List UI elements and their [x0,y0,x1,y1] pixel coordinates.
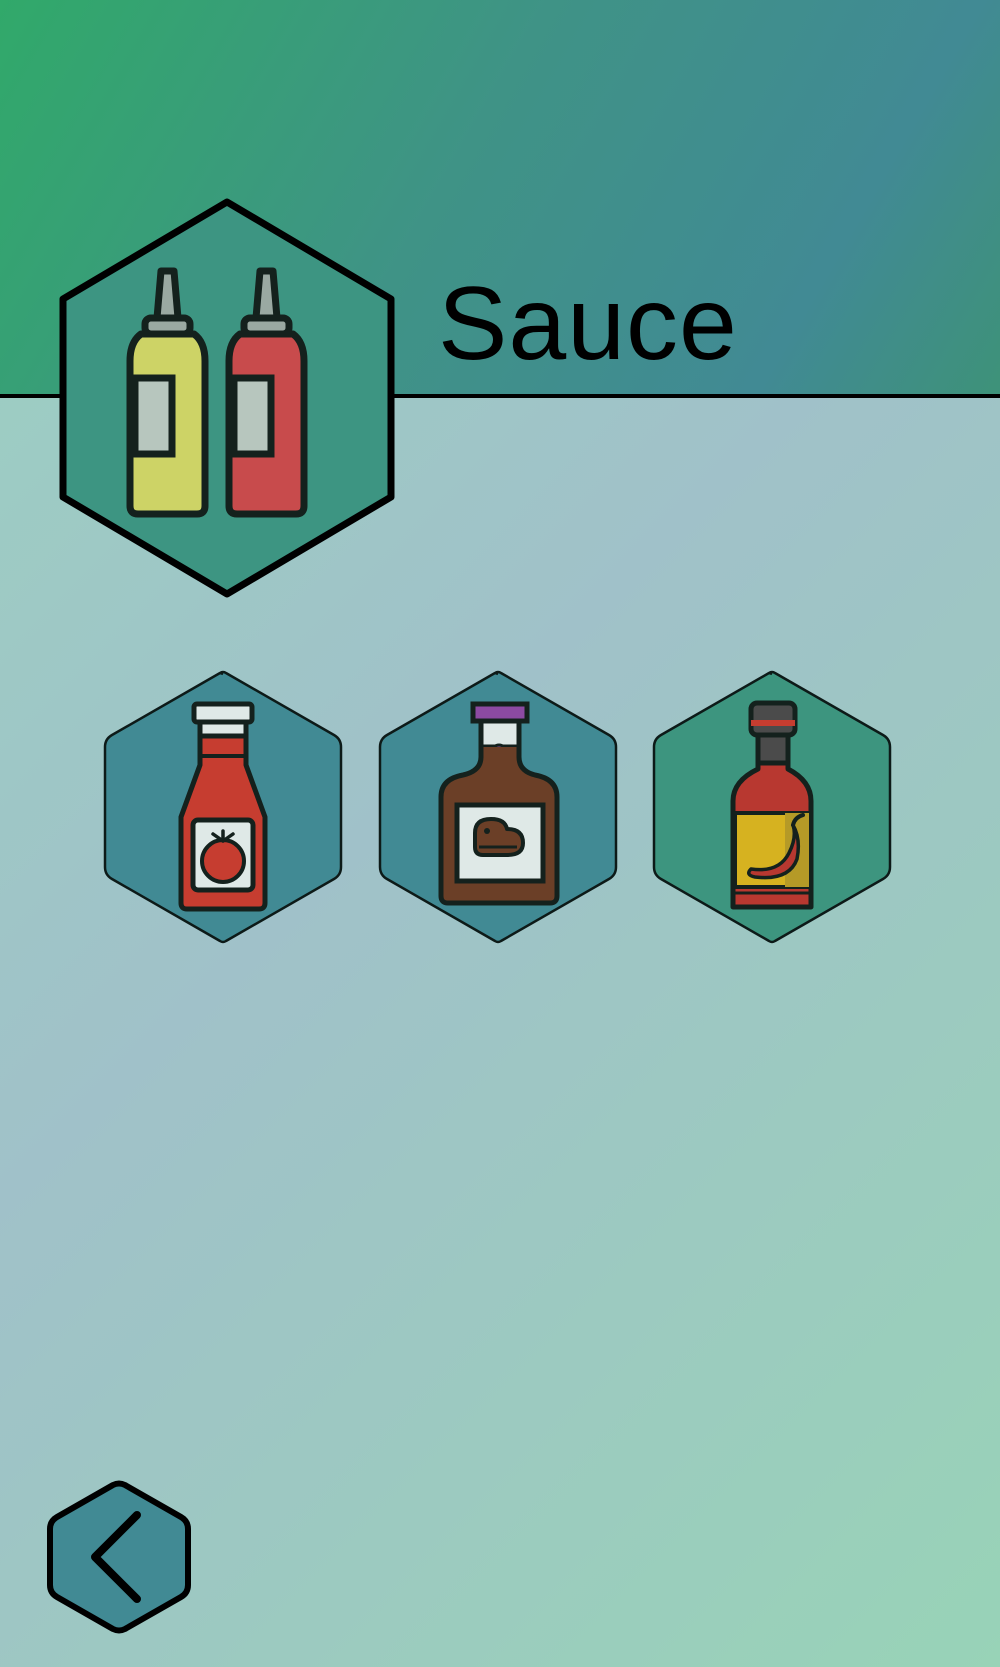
sauce-item-bbq-sauce[interactable] [377,670,619,944]
sauce-item-hot-sauce[interactable] [651,670,893,944]
back-button[interactable] [45,1480,193,1634]
sauce-item-ketchup[interactable] [102,670,344,944]
page-title: Sauce [438,266,738,382]
category-hexagon [59,198,395,598]
